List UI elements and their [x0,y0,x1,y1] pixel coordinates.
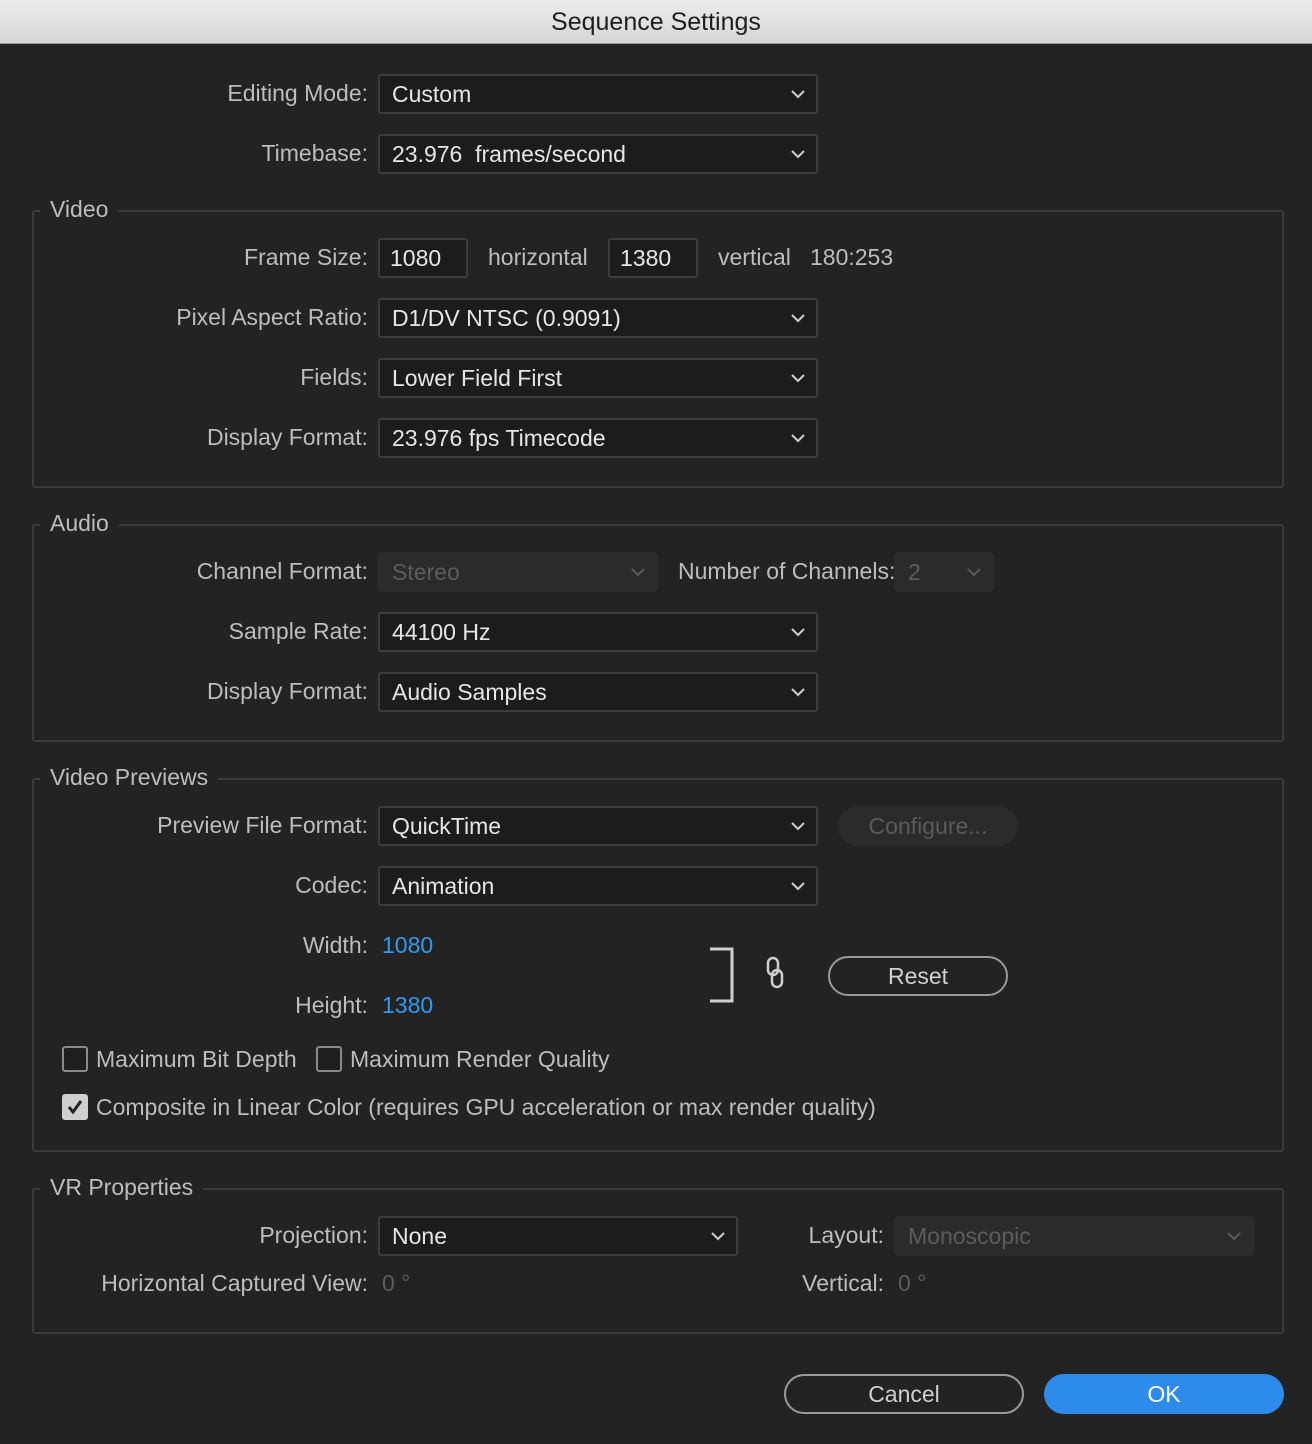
chevron-down-icon [711,1232,725,1241]
window-title: Sequence Settings [551,8,761,36]
pixel-aspect-label: Pixel Aspect Ratio: [176,304,368,330]
num-channels-value: 2 [908,559,921,585]
channel-format-label: Channel Format: [196,558,368,584]
chain-link-icon[interactable] [764,956,786,990]
fields-label: Fields: [300,364,368,390]
pixel-aspect-value: D1/DV NTSC (0.9091) [392,305,621,331]
chevron-down-icon [791,882,805,891]
frame-height-field[interactable]: 1380 [608,238,698,278]
preview-file-format-dropdown[interactable]: QuickTime [378,806,818,846]
height-label: Height: [295,992,368,1018]
codec-dropdown[interactable]: Animation [378,866,818,906]
chevron-down-icon [1227,1232,1241,1241]
editing-mode-dropdown[interactable]: Custom [378,74,818,114]
layout-dropdown[interactable]: Monoscopic [894,1216,1254,1256]
chevron-down-icon [967,568,981,577]
projection-dropdown[interactable]: None [378,1216,738,1256]
projection-value: None [392,1223,447,1249]
fields-dropdown[interactable]: Lower Field First [378,358,818,398]
layout-label: Layout: [808,1222,884,1248]
video-display-format-dropdown[interactable]: 23.976 fps Timecode [378,418,818,458]
horizontal-label: horizontal [488,244,588,270]
frame-height-value: 1380 [620,245,672,271]
cancel-button[interactable]: Cancel [784,1374,1024,1414]
width-label: Width: [302,932,368,958]
chevron-down-icon [791,434,805,443]
chevron-down-icon [791,150,805,159]
horizontal-captured-view-value: 0 ° [382,1270,411,1296]
sample-rate-dropdown[interactable]: 44100 Hz [378,612,818,652]
max-render-quality-label: Maximum Render Quality [350,1046,610,1072]
editing-mode-label: Editing Mode: [227,80,368,106]
checkmark-icon [67,1100,83,1115]
vr-properties-section-title: VR Properties [40,1174,204,1201]
frame-width-field[interactable]: 1080 [378,238,468,278]
link-bracket-icon [710,947,734,1003]
ok-button[interactable]: OK [1044,1374,1284,1414]
title-bar: Sequence Settings [0,0,1312,44]
editing-mode-value: Custom [392,81,472,107]
max-bit-depth-checkbox[interactable] [62,1046,88,1072]
channel-format-dropdown[interactable]: Stereo [378,552,658,592]
frame-width-value: 1080 [390,245,442,271]
height-value[interactable]: 1380 [382,992,433,1019]
chevron-down-icon [631,568,645,577]
preview-file-format-value: QuickTime [392,813,502,839]
chevron-down-icon [791,90,805,99]
num-channels-label: Number of Channels: [678,558,896,584]
vr-vertical-value: 0 ° [898,1270,927,1296]
num-channels-dropdown[interactable]: 2 [894,552,994,592]
max-bit-depth-label: Maximum Bit Depth [96,1046,297,1072]
max-render-quality-checkbox[interactable] [316,1046,342,1072]
sample-rate-value: 44100 Hz [392,619,491,645]
composite-linear-label: Composite in Linear Color (requires GPU … [96,1094,876,1120]
codec-value: Animation [392,873,495,899]
vertical-label: vertical [718,244,791,270]
aspect-ratio-text: 180:253 [810,244,894,270]
vr-vertical-label: Vertical: [802,1270,884,1296]
pixel-aspect-dropdown[interactable]: D1/DV NTSC (0.9091) [378,298,818,338]
chevron-down-icon [791,314,805,323]
channel-format-value: Stereo [392,559,460,585]
frame-size-label: Frame Size: [244,244,368,270]
horizontal-captured-view-label: Horizontal Captured View: [101,1270,368,1296]
preview-file-format-label: Preview File Format: [157,812,368,838]
reset-button[interactable]: Reset [828,956,1008,996]
sample-rate-label: Sample Rate: [228,618,368,644]
audio-section-title: Audio [40,510,119,537]
audio-display-format-value: Audio Samples [392,679,547,705]
fields-value: Lower Field First [392,365,562,391]
timebase-value: 23.976 frames/second [392,141,626,167]
chevron-down-icon [791,628,805,637]
audio-display-format-dropdown[interactable]: Audio Samples [378,672,818,712]
chevron-down-icon [791,374,805,383]
audio-display-format-label: Display Format: [206,678,368,704]
video-display-format-value: 23.976 fps Timecode [392,425,606,451]
composite-linear-checkbox[interactable] [62,1094,88,1120]
chevron-down-icon [791,688,805,697]
timebase-dropdown[interactable]: 23.976 frames/second [378,134,818,174]
video-previews-section-title: Video Previews [40,764,219,791]
timebase-label: Timebase: [261,140,368,166]
video-display-format-label: Display Format: [206,424,368,450]
configure-button[interactable]: Configure... [838,806,1018,846]
projection-label: Projection: [259,1222,368,1248]
layout-value: Monoscopic [908,1223,1031,1249]
chevron-down-icon [791,822,805,831]
vr-properties-group [32,1188,1284,1334]
codec-label: Codec: [295,872,368,898]
video-section-title: Video [40,196,119,223]
width-value[interactable]: 1080 [382,932,433,959]
